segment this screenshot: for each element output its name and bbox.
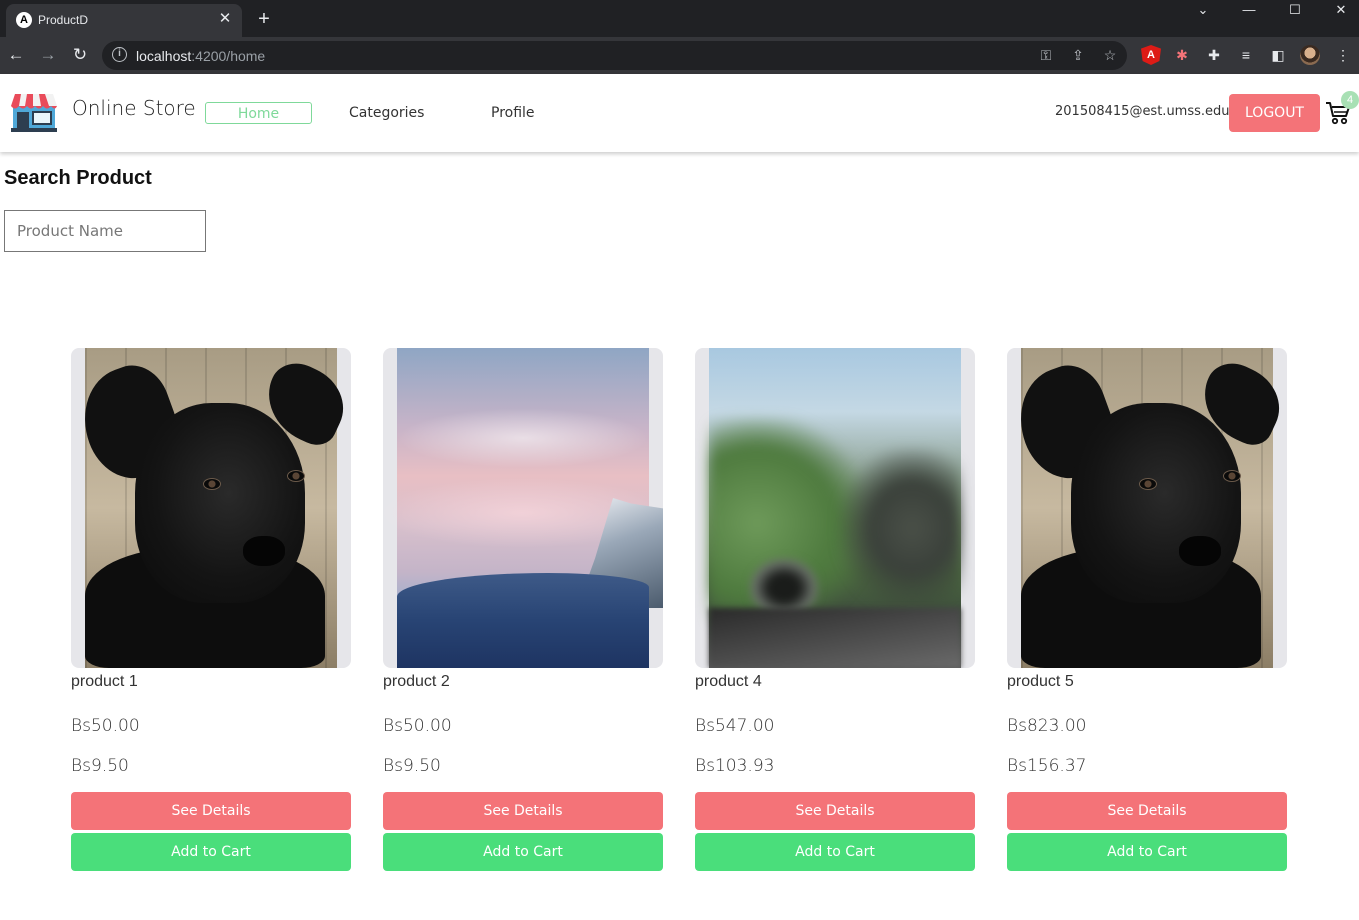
tab-close-icon[interactable]: ✕ xyxy=(216,10,234,28)
address-bar[interactable]: i localhost:4200/home ⚿ ⇪ ☆ xyxy=(102,41,1127,70)
add-to-cart-button[interactable]: Add to Cart xyxy=(1007,833,1287,871)
minimize-icon[interactable]: — xyxy=(1226,0,1272,20)
bookmark-star-icon[interactable]: ☆ xyxy=(1100,45,1120,65)
product-discount-price: Bs103.93 xyxy=(695,756,775,776)
browser-tabbar: A ProductD ✕ + ⌄ — ☐ ✕ xyxy=(0,0,1359,37)
product-card: product 1 Bs50.00 Bs9.50 See Details Add… xyxy=(71,348,351,872)
add-to-cart-button[interactable]: Add to Cart xyxy=(695,833,975,871)
see-details-button[interactable]: See Details xyxy=(1007,792,1287,830)
product-discount-price: Bs156.37 xyxy=(1007,756,1087,776)
tab-search-chevron-icon[interactable]: ⌄ xyxy=(1180,0,1226,20)
reload-icon[interactable]: ↻ xyxy=(70,45,90,65)
key-icon[interactable]: ⚿ xyxy=(1036,45,1056,65)
brand-name: Online Store xyxy=(72,96,196,120)
new-tab-icon[interactable]: + xyxy=(254,8,274,30)
see-details-button[interactable]: See Details xyxy=(71,792,351,830)
product-image-frame xyxy=(71,348,351,668)
logout-button[interactable]: LOGOUT xyxy=(1229,94,1320,132)
store-logo-icon xyxy=(11,94,57,132)
product-card: product 2 Bs50.00 Bs9.50 See Details Add… xyxy=(383,348,663,872)
search-title: Search Product xyxy=(4,167,152,189)
black-puppy-photo xyxy=(1007,348,1287,668)
pink-sky-mountain-photo xyxy=(383,348,663,668)
product-name: product 1 xyxy=(71,673,138,690)
see-details-button[interactable]: See Details xyxy=(695,792,975,830)
product-price: Bs50.00 xyxy=(383,716,452,736)
user-email: 201508415@est.umss.edu xyxy=(1055,104,1230,119)
product-discount-price: Bs9.50 xyxy=(383,756,441,776)
side-panel-icon[interactable]: ◧ xyxy=(1268,45,1288,65)
product-image-frame xyxy=(1007,348,1287,668)
angular-devtools-icon[interactable]: A xyxy=(1141,45,1161,65)
product-image-frame xyxy=(695,348,975,668)
maximize-icon[interactable]: ☐ xyxy=(1272,0,1318,20)
puzzle-extensions-icon[interactable]: ✚ xyxy=(1204,45,1224,65)
browser-tab[interactable]: A ProductD ✕ xyxy=(6,4,242,37)
site-info-icon[interactable]: i xyxy=(112,47,127,62)
add-to-cart-button[interactable]: Add to Cart xyxy=(71,833,351,871)
nav-home-link[interactable]: Home xyxy=(205,102,312,124)
browser-toolbar: ← → ↻ i localhost:4200/home ⚿ ⇪ ☆ A ✱ ✚ … xyxy=(0,37,1359,74)
angular-favicon-icon: A xyxy=(16,12,32,28)
product-price: Bs50.00 xyxy=(71,716,140,736)
forward-arrow-icon[interactable]: → xyxy=(38,45,58,65)
product-card: product 5 Bs823.00 Bs156.37 See Details … xyxy=(1007,348,1287,872)
add-to-cart-button[interactable]: Add to Cart xyxy=(383,833,663,871)
menu-dots-icon[interactable]: ⋮ xyxy=(1333,45,1353,65)
url-text: localhost:4200/home xyxy=(136,48,266,64)
product-name: product 2 xyxy=(383,673,450,690)
back-arrow-icon[interactable]: ← xyxy=(6,45,26,65)
app-header: Online Store Home Categories Profile 201… xyxy=(0,74,1359,152)
product-price: Bs547.00 xyxy=(695,716,775,736)
product-card: product 4 Bs547.00 Bs103.93 See Details … xyxy=(695,348,975,872)
media-control-icon[interactable]: ≡ xyxy=(1236,45,1256,65)
product-price: Bs823.00 xyxy=(1007,716,1087,736)
product-name: product 4 xyxy=(695,673,762,690)
product-discount-price: Bs9.50 xyxy=(71,756,129,776)
blurred-valley-photo xyxy=(709,348,961,668)
product-name-search-input[interactable] xyxy=(4,210,206,252)
product-image-frame xyxy=(383,348,663,668)
share-icon[interactable]: ⇪ xyxy=(1068,45,1088,65)
profile-avatar[interactable] xyxy=(1300,45,1320,65)
extension-icon[interactable]: ✱ xyxy=(1172,45,1192,65)
black-puppy-photo xyxy=(71,348,351,668)
nav-categories-link[interactable]: Categories xyxy=(349,102,424,124)
nav-profile-link[interactable]: Profile xyxy=(491,102,535,124)
window-close-icon[interactable]: ✕ xyxy=(1318,0,1359,20)
tab-title: ProductD xyxy=(38,13,89,27)
see-details-button[interactable]: See Details xyxy=(383,792,663,830)
product-name: product 5 xyxy=(1007,673,1074,690)
cart-count-badge: 4 xyxy=(1341,91,1359,109)
